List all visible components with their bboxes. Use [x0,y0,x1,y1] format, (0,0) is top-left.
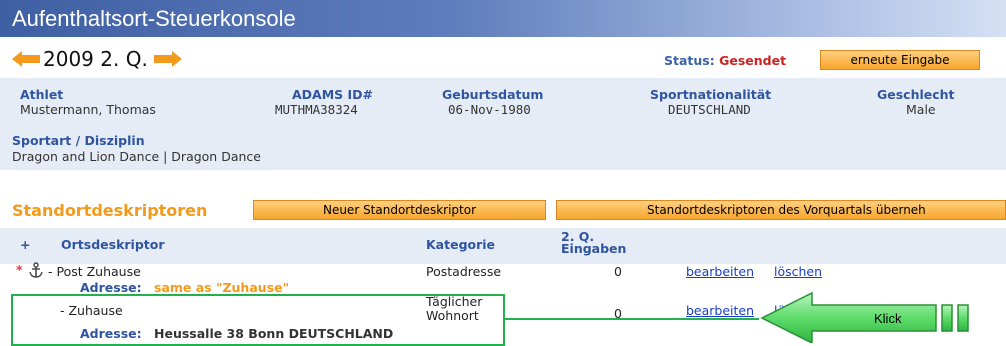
birthdate-label: Geburtsdatum [442,87,544,102]
status-label: Status: [664,53,715,68]
entries-column-header: 2. Q. Eingaben [561,230,627,256]
add-column[interactable]: + [20,237,30,252]
right-arrow-icon[interactable] [154,51,182,67]
descriptors-title: Standortdeskriptoren [12,201,208,220]
adams-id-value: MUTHMA38324 [275,102,358,117]
address-value: same as "Zuhause" [154,280,290,295]
reenter-button[interactable]: erneute Eingabe [820,50,980,70]
callout-label: Klick [874,311,902,326]
gender-value: Male [906,102,936,117]
category-value: Postadresse [426,264,502,279]
sport-label: Sportart / Disziplin [12,133,145,148]
period-label: 2009 2. Q. [43,47,148,71]
descriptor-name: - Post Zuhause [48,264,141,279]
app-title: Aufenthaltsort-Steuerkonsole [12,6,296,31]
sport-value: Dragon and Lion Dance | Dragon Dance [12,149,261,164]
birthdate-value: 06-Nov-1980 [448,102,531,117]
status-value: Gesendet [719,53,787,68]
descriptor-column-header: Ortsdeskriptor [61,237,165,252]
athlete-name: Mustermann, Thomas [20,102,156,117]
nationality-value: DEUTSCHLAND [668,102,751,117]
adams-id-label: ADAMS ID# [292,87,374,102]
new-descriptor-button[interactable]: Neuer Standortdeskriptor [253,200,546,220]
anchor-icon [29,262,43,278]
connector-line [505,318,759,320]
delete-link[interactable]: löschen [774,264,822,279]
title-bar: Aufenthaltsort-Steuerkonsole [0,0,1006,37]
required-marker: * [16,262,23,277]
left-arrow-icon[interactable] [12,51,40,67]
status-text: Status: Gesendet [664,53,786,68]
edit-link[interactable]: bearbeiten [686,303,754,318]
edit-link[interactable]: bearbeiten [686,264,754,279]
athlete-label: Athlet [20,87,64,102]
gender-label: Geschlecht [877,87,955,102]
highlight-box [11,294,505,346]
entries-value: 0 [614,264,622,279]
category-column-header: Kategorie [426,237,496,252]
entries-header-line2: Eingaben [561,241,627,256]
copy-previous-button[interactable]: Standortdeskriptoren des Vorquartals übe… [556,200,1006,220]
address-label: Adresse: [80,280,142,295]
nationality-label: Sportnationalität [650,87,772,102]
